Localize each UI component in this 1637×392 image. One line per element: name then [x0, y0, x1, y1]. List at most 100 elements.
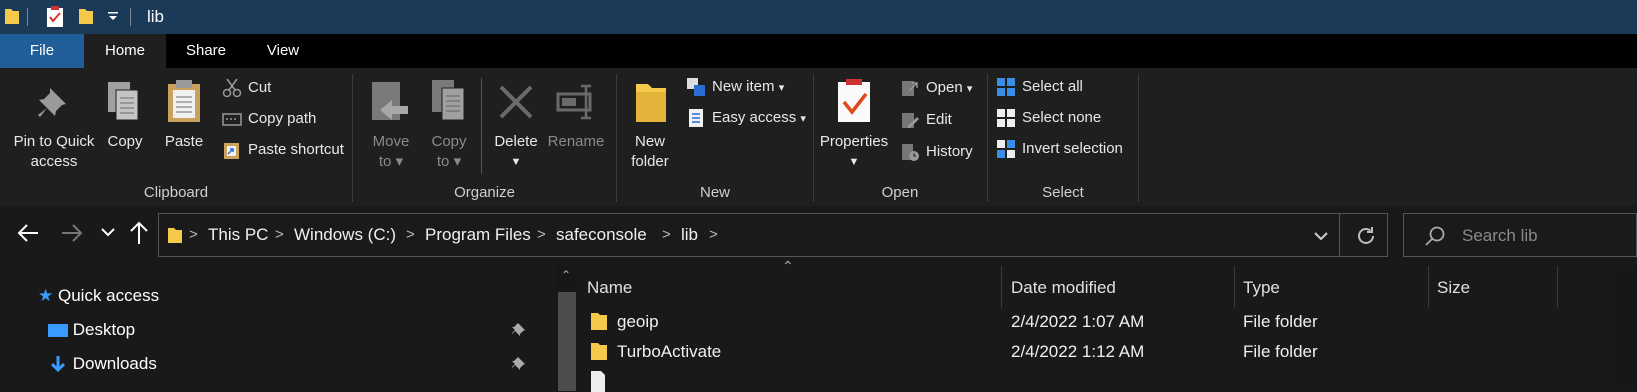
breadcrumb-separator[interactable]: > [406, 226, 415, 243]
address-bar[interactable]: > This PC > Windows (C:) > Program Files… [158, 213, 1388, 257]
tab-view[interactable]: View [246, 34, 320, 68]
properties-dropdown-icon[interactable]: ▼ [818, 152, 890, 172]
invert-selection-button[interactable]: Invert selection [996, 139, 1123, 159]
rename-button[interactable]: Rename [544, 74, 608, 178]
customize-toolbar-icon[interactable] [107, 10, 119, 24]
column-header-date-modified[interactable]: Date modified [1011, 278, 1116, 298]
breadcrumb-separator[interactable]: > [189, 226, 198, 243]
properties-button[interactable]: Properties ▼ [818, 74, 890, 178]
nav-item-desktop[interactable]: Desktop [48, 320, 135, 340]
column-divider[interactable] [1001, 266, 1002, 308]
select-group-label: Select [1042, 184, 1084, 201]
breadcrumb-program-files[interactable]: Program Files [425, 225, 531, 245]
nav-item-downloads[interactable]: Downloads [48, 354, 157, 375]
pin-icon[interactable] [512, 322, 526, 336]
breadcrumb-safeconsole[interactable]: safeconsole [556, 225, 647, 245]
copy-to-label-line1: Copy [431, 133, 467, 150]
tab-share[interactable]: Share [166, 34, 246, 68]
edit-button[interactable]: Edit [900, 110, 952, 130]
invert-selection-icon [996, 139, 1016, 159]
new-group-label: New [699, 184, 730, 201]
easy-access-button[interactable]: Easy access ▾ [686, 108, 806, 128]
scissors-icon [222, 78, 242, 98]
refresh-icon[interactable] [1355, 225, 1377, 247]
copy-path-icon [222, 109, 242, 129]
scrollbar-thumb[interactable] [558, 292, 576, 391]
new-item-button[interactable]: New item ▾ [686, 77, 784, 97]
table-row[interactable]: geoip 2/4/2022 1:07 AM File folder [580, 308, 1580, 338]
breadcrumb-lib[interactable]: lib [681, 225, 698, 245]
move-to-button[interactable]: Move to ▾ [362, 74, 420, 178]
easy-access-label: Easy access [712, 108, 797, 126]
delete-dropdown-icon[interactable]: ▼ [488, 152, 544, 172]
tab-home[interactable]: Home [84, 34, 166, 68]
table-row[interactable]: TurboActivate 2/4/2022 1:12 AM File fold… [580, 338, 1580, 368]
breadcrumb-separator[interactable]: > [275, 226, 284, 243]
select-none-button[interactable]: Select none [996, 108, 1101, 128]
search-icon [1424, 225, 1446, 247]
new-folder-quick-icon[interactable] [78, 6, 94, 26]
breadcrumb-separator[interactable]: > [662, 226, 671, 243]
rename-label: Rename [547, 133, 605, 150]
paste-icon [166, 78, 202, 124]
edit-label: Edit [926, 110, 952, 128]
group-divider [616, 74, 617, 202]
up-arrow-icon[interactable] [128, 220, 150, 246]
group-divider [987, 74, 988, 202]
organize-group-label: Organize [454, 184, 515, 201]
folder-icon [590, 340, 608, 362]
history-button[interactable]: History [900, 142, 973, 162]
forward-arrow-icon[interactable] [60, 222, 84, 244]
pin-to-quick-access-button[interactable]: Pin to Quick access [4, 74, 104, 178]
delete-button[interactable]: Delete ▼ [488, 74, 544, 178]
copy-path-label: Copy path [248, 109, 317, 127]
table-row[interactable] [580, 368, 1580, 392]
invert-selection-label: Invert selection [1022, 139, 1123, 157]
nav-scrollbar[interactable]: ⌃ [556, 266, 578, 391]
back-arrow-icon[interactable] [16, 222, 40, 244]
desktop-icon [48, 323, 68, 339]
open-button[interactable]: Open ▾ [900, 78, 972, 98]
file-icon [590, 370, 606, 392]
edit-pencil-icon [900, 110, 920, 130]
nav-item-quick-access[interactable]: ★ Quick access [38, 286, 159, 306]
recent-locations-chevron-icon[interactable] [100, 226, 116, 238]
new-folder-button[interactable]: New folder [622, 74, 678, 178]
new-item-label: New item [712, 77, 775, 95]
star-icon: ★ [38, 286, 54, 305]
properties-quick-icon[interactable] [46, 6, 64, 28]
search-box[interactable]: Search lib [1403, 213, 1637, 257]
column-header-size[interactable]: Size [1437, 278, 1470, 298]
breadcrumb-separator[interactable]: > [709, 226, 718, 243]
pin-label-line1: Pin to Quick [13, 133, 95, 150]
scroll-up-icon[interactable]: ⌃ [561, 268, 571, 282]
sort-ascending-icon: ⌃ [782, 258, 794, 274]
properties-icon [836, 78, 872, 124]
column-divider[interactable] [1428, 266, 1429, 308]
column-divider[interactable] [1557, 266, 1558, 308]
pin-icon[interactable] [512, 356, 526, 370]
clipboard-group-label: Clipboard [143, 184, 209, 201]
column-header-type[interactable]: Type [1243, 278, 1280, 298]
column-header-name[interactable]: Name [587, 278, 632, 298]
group-divider [352, 74, 353, 202]
address-history-chevron-icon[interactable] [1313, 230, 1329, 242]
breadcrumb-windows-c[interactable]: Windows (C:) [294, 225, 396, 245]
copy-to-button[interactable]: Copy to ▾ [420, 74, 478, 178]
tab-file[interactable]: File [0, 34, 84, 68]
paste-button[interactable]: Paste [158, 74, 210, 178]
group-divider [1138, 74, 1139, 202]
nav-item-label: Quick access [57, 286, 160, 305]
file-list-scrollbar[interactable] [1615, 266, 1637, 391]
open-label: Open [926, 78, 963, 96]
paste-shortcut-button[interactable]: Paste shortcut [222, 140, 344, 160]
copy-button[interactable]: Copy [100, 74, 150, 178]
select-all-button[interactable]: Select all [996, 77, 1083, 97]
breadcrumb-this-pc[interactable]: This PC [208, 225, 268, 245]
cut-button[interactable]: Cut [222, 78, 271, 98]
paste-label: Paste [164, 133, 204, 150]
copy-path-button[interactable]: Copy path [222, 109, 316, 129]
breadcrumb-separator[interactable]: > [537, 226, 546, 243]
column-divider[interactable] [1234, 266, 1235, 308]
file-type: File folder [1243, 312, 1318, 331]
